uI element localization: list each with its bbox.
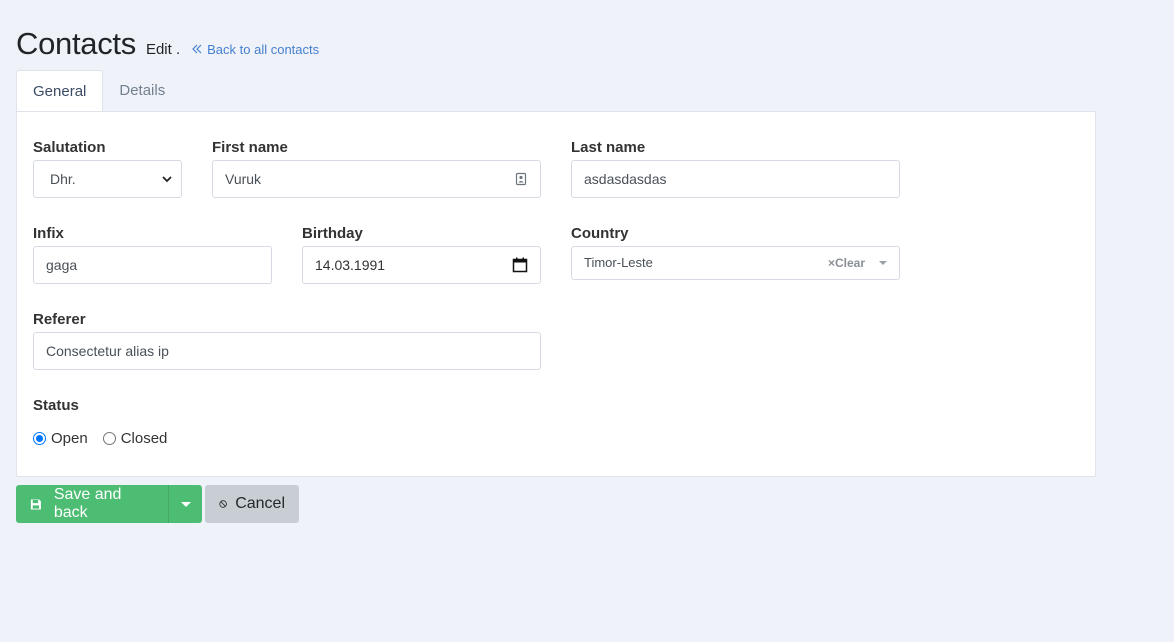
status-option-open[interactable]: Open: [33, 430, 88, 447]
save-and-back-button[interactable]: Save and back: [16, 485, 168, 523]
infix-input[interactable]: gaga: [33, 246, 272, 284]
referer-input[interactable]: Consectetur alias ip: [33, 332, 541, 370]
status-field: Status: [33, 397, 233, 419]
ban-icon: [219, 500, 227, 508]
country-select[interactable]: Timor-Leste ×Clear: [571, 246, 900, 280]
save-options-dropdown-toggle[interactable]: [168, 485, 202, 523]
contact-card-icon[interactable]: [514, 172, 528, 186]
status-radio-group: Open Closed: [33, 430, 182, 447]
first-name-value: Vuruk: [225, 171, 262, 187]
status-option-closed[interactable]: Closed: [102, 430, 168, 447]
last-name-field: Last name asdasdasdas: [571, 139, 900, 199]
salutation-field: Salutation Dhr.: [33, 139, 182, 199]
country-clear-button[interactable]: ×Clear: [828, 247, 865, 279]
cancel-button-label: Cancel: [235, 495, 285, 512]
referer-field: Referer Consectetur alias ip: [33, 311, 541, 371]
tab-bar: General Details: [16, 70, 181, 113]
caret-down-icon: [180, 501, 191, 507]
floppy-disk-icon: [30, 499, 41, 509]
status-open-radio[interactable]: [33, 432, 46, 445]
first-name-field: First name Vuruk: [212, 139, 541, 199]
page-subtitle: Edit .: [145, 41, 181, 58]
first-name-label: First name: [212, 139, 288, 156]
last-name-input[interactable]: asdasdasdas: [571, 160, 900, 198]
save-button-label: Save and back: [53, 486, 122, 521]
birthday-field: Birthday 14.03.1991: [302, 225, 541, 285]
calendar-icon[interactable]: [512, 257, 528, 273]
country-value: Timor-Leste: [584, 255, 653, 270]
referer-label: Referer: [33, 311, 86, 328]
double-chevron-left-icon: [192, 44, 202, 54]
form-actions: Save and back Cancel: [16, 485, 299, 523]
status-closed-radio[interactable]: [102, 432, 116, 445]
salutation-value: Dhr.: [50, 171, 76, 187]
last-name-value: asdasdasdas: [584, 171, 667, 187]
form-card: Salutation Dhr. First name Vuruk Last na…: [16, 111, 1096, 477]
infix-field: Infix gaga: [33, 225, 272, 285]
salutation-select[interactable]: Dhr.: [33, 160, 182, 198]
last-name-label: Last name: [571, 139, 646, 156]
page-title: Contacts: [16, 26, 136, 61]
salutation-label: Salutation: [33, 139, 106, 156]
tab-general[interactable]: General: [16, 70, 104, 113]
country-label: Country: [571, 225, 629, 242]
status-closed-label: Closed: [120, 430, 168, 447]
back-link-label: Back to all contacts: [207, 41, 320, 57]
infix-value: gaga: [46, 257, 78, 273]
status-label: Status: [33, 397, 79, 414]
country-field: Country Timor-Leste ×Clear: [571, 225, 900, 285]
caret-down-icon[interactable]: [879, 261, 887, 265]
birthday-input[interactable]: 14.03.1991: [302, 246, 541, 284]
chevron-down-icon: [162, 176, 172, 183]
birthday-value: 14.03.1991: [315, 257, 386, 273]
status-open-label: Open: [51, 430, 88, 447]
birthday-label: Birthday: [302, 225, 363, 242]
referer-value: Consectetur alias ip: [46, 343, 169, 359]
first-name-input[interactable]: Vuruk: [212, 160, 541, 198]
back-to-contacts-link[interactable]: Back to all contacts: [192, 42, 319, 57]
page-header: Contacts Edit . Back to all contacts: [16, 26, 319, 62]
infix-label: Infix: [33, 225, 64, 242]
tab-details[interactable]: Details: [103, 70, 181, 112]
cancel-button[interactable]: Cancel: [205, 485, 299, 523]
